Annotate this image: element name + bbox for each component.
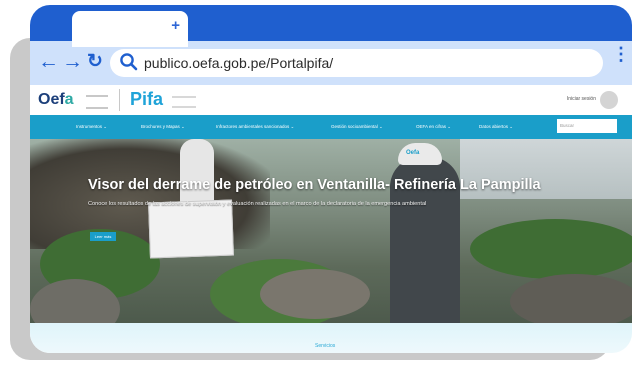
menu-item-gestion[interactable]: Gestión socioambiental ⌄ [331, 124, 383, 130]
helmet-logo-text: Oefa [406, 150, 420, 156]
site-search-input[interactable]: Buscar [557, 119, 617, 133]
new-tab-button[interactable]: + [171, 17, 180, 34]
url-text: publico.oefa.gob.pe/Portalpifa/ [144, 55, 334, 71]
menu-item-infractores[interactable]: Infractores ambientales sancionados ⌄ [216, 124, 294, 130]
oefa-logo[interactable]: Oefa [38, 91, 74, 109]
login-link[interactable]: Iniciar sesión [567, 96, 596, 102]
address-bar[interactable]: publico.oefa.gob.pe/Portalpifa/ [110, 49, 603, 77]
hero-sample-board [148, 199, 234, 259]
hero-title: Visor del derrame de petróleo en Ventani… [88, 177, 541, 193]
browser-tab[interactable]: + [72, 11, 188, 47]
back-arrow-icon[interactable]: ← [38, 50, 59, 74]
forward-arrow-icon[interactable]: → [62, 50, 83, 74]
hero-rock [260, 269, 370, 319]
pifa-logo-lines [172, 96, 196, 108]
menu-item-brochures[interactable]: Brochures y Mapas ⌄ [141, 124, 185, 130]
services-section: Servicios [30, 323, 632, 353]
hero-worker [180, 139, 214, 209]
site-menu: Instrumentos ⌄ Brochures y Mapas ⌄ Infra… [30, 115, 632, 139]
browser-menu-icon[interactable]: ⋮ [612, 45, 630, 63]
oefa-logo-lines [86, 95, 108, 109]
search-icon [120, 53, 138, 71]
avatar[interactable] [600, 91, 618, 109]
reload-icon[interactable]: ↻ [87, 50, 103, 74]
hero-subtitle: Conoce los resultados de las acciones de… [88, 201, 427, 207]
services-title: Servicios [315, 343, 336, 349]
site-header: Oefa Pifa Iniciar sesión [30, 85, 632, 115]
read-more-button[interactable]: Leer más [90, 232, 116, 241]
hero-banner: Oefa Visor del derrame de petróleo en Ve… [30, 139, 632, 323]
web-page: Oefa Pifa Iniciar sesión Instrumentos ⌄ … [30, 85, 632, 353]
menu-item-datos[interactable]: Datos abiertos ⌄ [479, 124, 513, 130]
hero-helmet: Oefa [398, 143, 442, 165]
hero-moss [470, 219, 632, 279]
browser-window: + ← → ↻ publico.oefa.gob.pe/Portalpifa/ … [30, 5, 632, 353]
pifa-logo[interactable]: Pifa [130, 89, 163, 110]
menu-item-instrumentos[interactable]: Instrumentos ⌄ [76, 124, 107, 130]
logo-divider [119, 89, 120, 111]
menu-item-cifras[interactable]: OEFA en cifras ⌄ [416, 124, 451, 130]
hero-rock [510, 274, 632, 323]
